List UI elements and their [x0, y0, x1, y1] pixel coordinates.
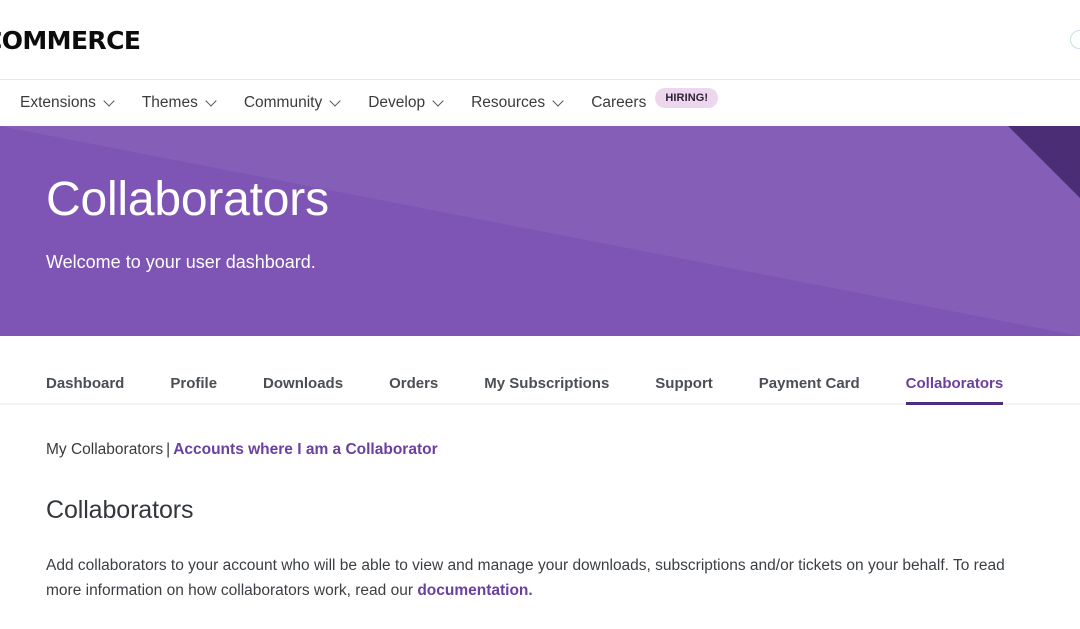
tab-my-subscriptions[interactable]: My Subscriptions — [484, 375, 609, 403]
collaborators-description: Add collaborators to your account who wi… — [46, 553, 1034, 604]
nav-item-label: Community — [243, 94, 323, 111]
nav-item-label: Develop — [368, 94, 426, 111]
page-title: Collaborators — [46, 173, 329, 226]
nav-item-label: Extensions — [20, 94, 96, 111]
nav-item-extensions[interactable]: Extensions — [20, 80, 114, 126]
hero-banner: Collaborators Welcome to your user dashb… — [0, 126, 1080, 336]
tab-support[interactable]: Support — [655, 375, 713, 403]
subnav-current: My Collaborators — [46, 441, 164, 458]
nav-item-label: Careers — [591, 94, 647, 111]
nav-item-resources[interactable]: Resources — [471, 80, 563, 126]
nav-item-develop[interactable]: Develop — [368, 80, 443, 126]
tab-payment-card[interactable]: Payment Card — [759, 375, 860, 403]
site-header: COMMERCE — [0, 0, 1080, 80]
nav-item-community[interactable]: Community — [244, 80, 340, 126]
main-content: My Collaborators | Accounts where I am a C… — [0, 405, 1080, 604]
documentation-link[interactable]: documentation. — [417, 582, 532, 599]
subnav-separator: | — [166, 441, 171, 458]
tab-collaborators[interactable]: Collaborators — [905, 375, 1003, 405]
chevron-down-icon — [554, 97, 563, 106]
search-icon[interactable] — [1070, 30, 1080, 49]
dashboard-tabs: Dashboard Profile Downloads Orders My Su… — [0, 363, 1080, 405]
tab-downloads[interactable]: Downloads — [263, 375, 343, 403]
site-logo[interactable]: COMMERCE — [0, 26, 141, 55]
chevron-down-icon — [331, 97, 340, 106]
nav-item-careers[interactable]: Careers HIRING! — [591, 80, 719, 126]
tab-dashboard[interactable]: Dashboard — [46, 375, 124, 403]
hiring-badge: HIRING! — [655, 88, 719, 108]
tab-profile[interactable]: Profile — [170, 375, 217, 403]
chevron-down-icon — [434, 97, 443, 106]
chevron-down-icon — [105, 97, 114, 106]
nav-item-label: Resources — [471, 94, 546, 111]
chevron-down-icon — [207, 97, 216, 106]
dashboard-tabs-container: Dashboard Profile Downloads Orders My Su… — [0, 336, 1080, 405]
section-title: Collaborators — [46, 496, 194, 524]
subnav-link-accounts-collaborator[interactable]: Accounts where I am a Collaborator — [173, 441, 437, 458]
hero-subtitle: Welcome to your user dashboard. — [46, 251, 316, 272]
collaborators-subnav: My Collaborators | Accounts where I am a C… — [46, 441, 1034, 459]
nav-item-themes[interactable]: Themes — [142, 80, 216, 126]
hero-content: Collaborators Welcome to your user dashb… — [0, 126, 1080, 273]
tab-orders[interactable]: Orders — [389, 375, 438, 403]
nav-item-label: Themes — [141, 94, 198, 111]
main-navigation: Extensions Themes Community Develop Reso… — [0, 80, 1080, 126]
